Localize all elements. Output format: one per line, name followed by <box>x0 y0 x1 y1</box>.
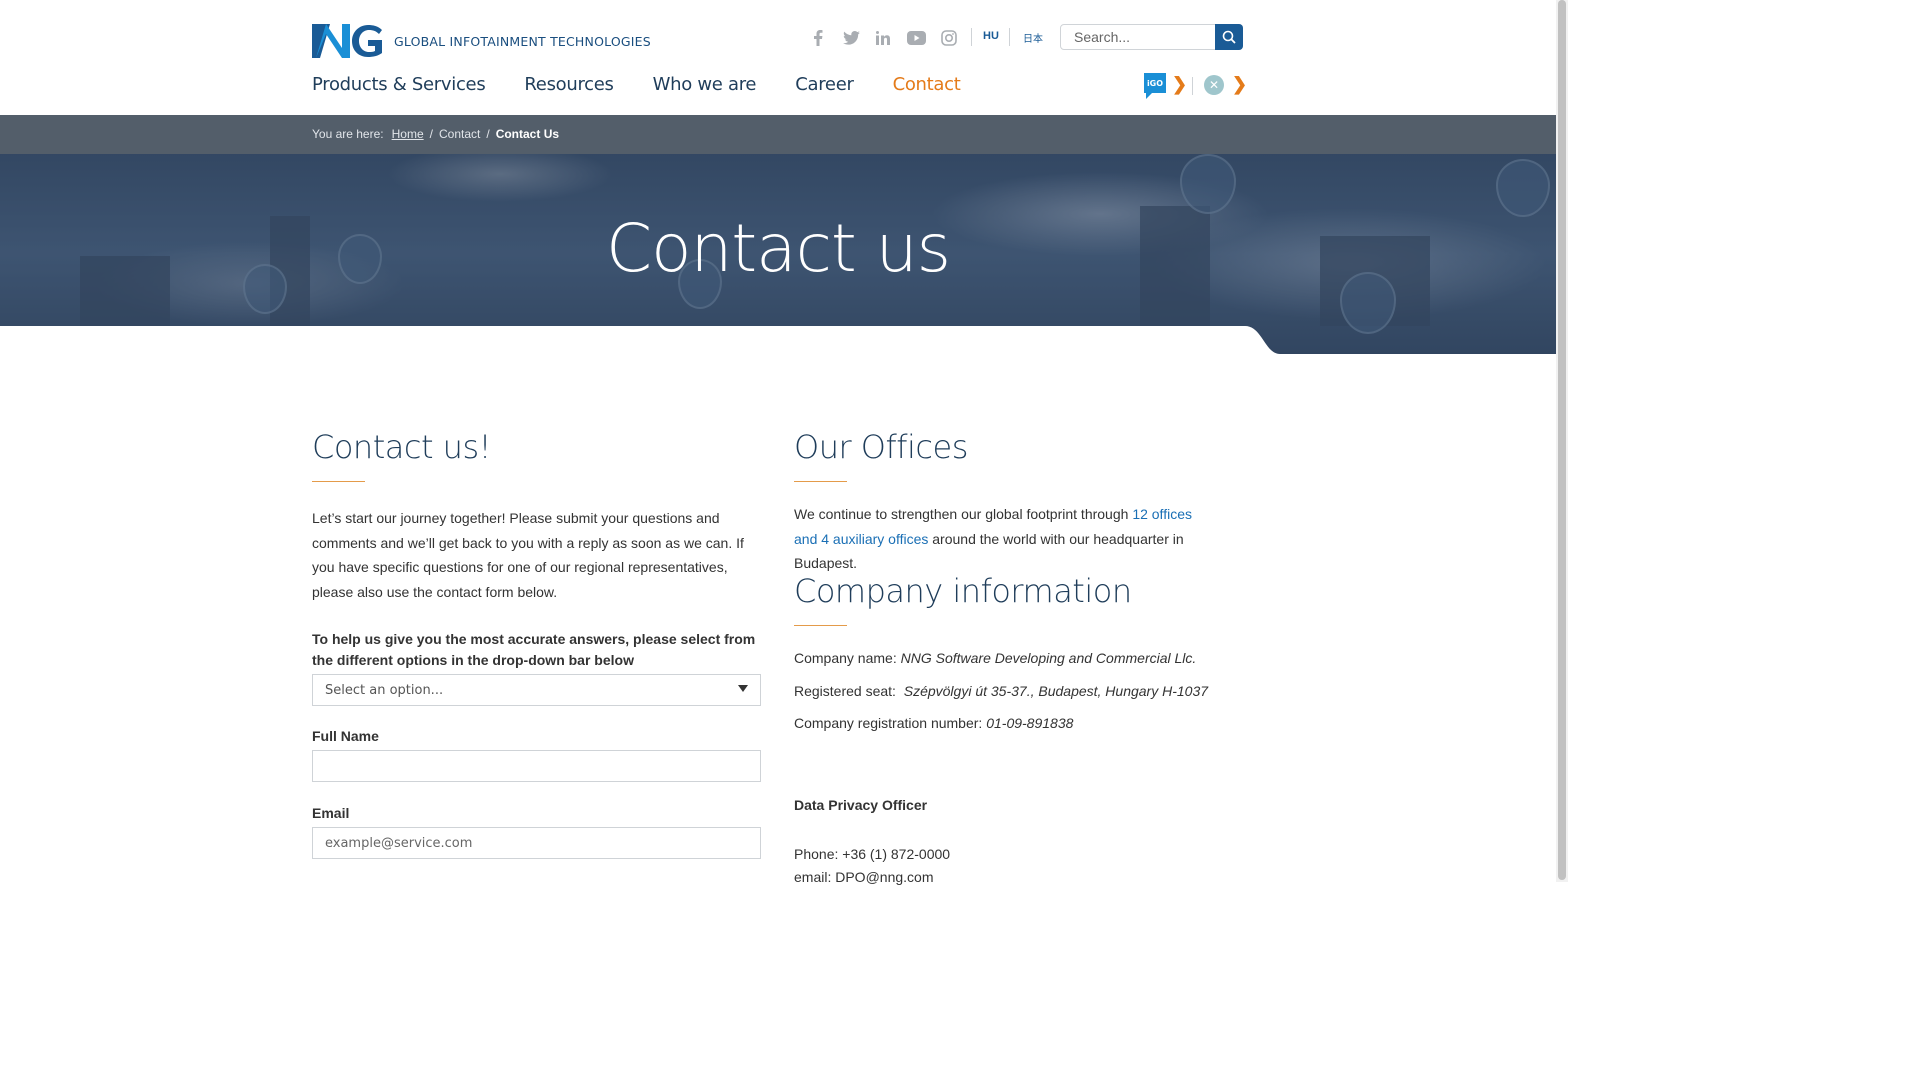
nav-who-we-are[interactable]: Who we are <box>653 74 757 95</box>
dpo-heading: Data Privacy Officer <box>794 797 928 813</box>
twitter-icon[interactable] <box>841 28 861 48</box>
facebook-icon[interactable] <box>808 28 828 48</box>
offices-text: We continue to strengthen our global foo… <box>794 502 1214 576</box>
site-header: GLOBAL INFOTAINMENT TECHNOLOGIES HU 日本 P… <box>0 0 1556 115</box>
nav-products-services[interactable]: Products & Services <box>312 74 486 95</box>
hero-banner: Contact us <box>0 154 1556 354</box>
search-button[interactable] <box>1215 24 1243 50</box>
full-name-input[interactable] <box>313 751 760 781</box>
divider <box>1009 28 1010 46</box>
full-name-field <box>312 750 761 782</box>
caret-down-icon <box>738 685 748 692</box>
igo-logo-icon[interactable]: iGO <box>1144 73 1166 99</box>
breadcrumb-current: Contact Us <box>495 127 560 141</box>
search-icon <box>1222 30 1236 44</box>
chevron-right-icon[interactable]: ❯ <box>1232 74 1247 95</box>
svg-text:iGO: iGO <box>1147 79 1163 88</box>
topic-select[interactable]: Select an option... <box>312 674 761 706</box>
company-name-row: Company name: NNG Software Developing an… <box>794 650 1196 666</box>
youtube-icon[interactable] <box>906 28 926 48</box>
instagram-icon[interactable] <box>939 28 959 48</box>
nng-logo[interactable] <box>312 24 384 58</box>
dpo-email[interactable]: email: DPO@nng.com <box>794 869 933 885</box>
heading-underline <box>794 481 847 482</box>
scrollbar[interactable] <box>1556 0 1568 882</box>
company-name-value: NNG Software Developing and Commercial L… <box>900 650 1197 666</box>
linkedin-icon[interactable] <box>873 28 893 48</box>
topic-select-value: Select an option... <box>325 683 444 698</box>
nav-contact[interactable]: Contact <box>893 74 961 95</box>
divider <box>971 28 972 46</box>
close-circle-icon[interactable]: ✕ <box>1204 75 1224 95</box>
registration-number-row: Company registration number: 01-09-89183… <box>794 715 1073 731</box>
breadcrumb: You are here: Home / Contact / Contact U… <box>0 115 1556 154</box>
registered-seat-value: Szépvölgyi út 35-37., Budapest, Hungary … <box>903 683 1209 699</box>
heading-underline <box>312 481 365 482</box>
dpo-phone: Phone: +36 (1) 872-0000 <box>794 846 951 862</box>
company-name-label: Company name: <box>794 650 897 666</box>
registration-number-value: 01-09-891838 <box>986 715 1074 731</box>
hero-cut-shape <box>0 326 1280 354</box>
divider <box>1192 77 1193 95</box>
tagline: GLOBAL INFOTAINMENT TECHNOLOGIES <box>394 34 651 49</box>
breadcrumb-home-link[interactable]: Home <box>392 127 424 141</box>
heading-underline <box>794 625 847 626</box>
email-field <box>312 827 761 859</box>
search-box <box>1060 24 1243 50</box>
email-input[interactable] <box>313 828 760 858</box>
scrollbar-thumb[interactable] <box>1558 0 1566 880</box>
company-heading: Company information <box>794 572 1132 610</box>
nav-resources[interactable]: Resources <box>524 74 614 95</box>
nav-career[interactable]: Career <box>795 74 854 95</box>
select-label: To help us give you the most accurate an… <box>312 631 756 668</box>
breadcrumb-separator: / <box>429 127 433 141</box>
breadcrumb-contact-link[interactable]: Contact <box>439 127 480 141</box>
full-name-label: Full Name <box>312 728 379 744</box>
email-label: Email <box>312 805 350 821</box>
contact-heading: Contact us! <box>312 428 491 466</box>
lang-hu-link[interactable]: HU <box>983 30 999 42</box>
page-title: Contact us <box>606 210 951 287</box>
main-nav: Products & Services Resources Who we are… <box>312 74 1000 95</box>
offices-heading: Our Offices <box>794 428 968 466</box>
breadcrumb-separator: / <box>486 127 490 141</box>
search-input[interactable] <box>1062 26 1222 48</box>
registration-number-label: Company registration number: <box>794 715 983 731</box>
registered-seat-row: Registered seat: Szépvölgyi út 35-37., B… <box>794 683 1208 699</box>
offices-text-before: We continue to strengthen our global foo… <box>794 506 1129 522</box>
lang-jp-link[interactable]: 日本 <box>1023 30 1043 45</box>
registered-seat-label: Registered seat: <box>794 683 896 699</box>
breadcrumb-prefix: You are here: <box>312 127 384 141</box>
contact-intro: Let’s start our journey together! Please… <box>312 510 744 600</box>
chevron-right-icon[interactable]: ❯ <box>1172 74 1187 95</box>
